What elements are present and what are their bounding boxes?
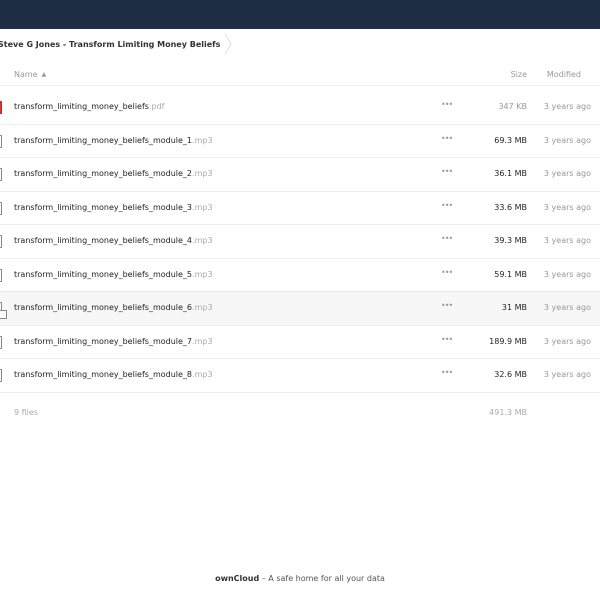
total-size: 491.3 MB <box>489 408 527 417</box>
breadcrumb-separator-icon <box>224 33 232 55</box>
more-actions-icon[interactable]: ••• <box>441 167 453 176</box>
file-size: 39.3 MB <box>494 236 527 245</box>
file-name-link[interactable]: transform_limiting_money_beliefs_module_… <box>14 270 213 279</box>
select-file-checkbox[interactable] <box>0 310 7 319</box>
file-modified: 3 years ago <box>543 169 591 178</box>
audio-file-icon <box>0 201 2 215</box>
more-actions-icon[interactable]: ••• <box>441 201 453 210</box>
file-name-link[interactable]: transform_limiting_money_beliefs_module_… <box>14 236 213 245</box>
file-modified: 3 years ago <box>543 202 591 212</box>
audio-file-icon <box>0 235 2 248</box>
more-actions-icon[interactable]: ••• <box>441 268 453 277</box>
file-modified: 3 years ago <box>543 370 591 379</box>
file-row[interactable]: transform_limiting_money_beliefs_module_… <box>0 259 600 292</box>
file-name-link[interactable]: transform_limiting_money_beliefs_module_… <box>14 370 213 379</box>
more-actions-icon[interactable]: ••• <box>441 301 453 310</box>
file-size: 347 KB <box>498 102 527 111</box>
file-size: 69.3 MB <box>494 135 527 145</box>
audio-file-icon <box>0 369 2 382</box>
file-count: 9 files <box>14 408 38 417</box>
file-row[interactable]: transform_limiting_money_beliefs_module_… <box>0 359 600 393</box>
file-row[interactable]: transform_limiting_money_beliefs_module_… <box>0 225 600 259</box>
file-name-link[interactable]: transform_limiting_money_beliefs_module_… <box>14 136 213 145</box>
file-size: 36.1 MB <box>494 169 527 178</box>
file-modified: 3 years ago <box>543 135 591 145</box>
file-name-link[interactable]: transform_limiting_money_beliefs_module_… <box>14 303 213 312</box>
audio-file-icon <box>0 168 2 181</box>
file-modified: 3 years ago <box>543 303 591 312</box>
file-size: 31 MB <box>501 303 527 312</box>
file-modified: 3 years ago <box>543 236 591 245</box>
sort-ascending-icon: ▲ <box>41 71 47 78</box>
file-row[interactable]: transform_limiting_money_beliefs.pdf •••… <box>0 91 600 125</box>
more-actions-icon[interactable]: ••• <box>441 368 453 377</box>
footer-brand-link[interactable]: ownCloud <box>215 574 259 583</box>
column-name-header[interactable]: Name ▲ <box>14 70 46 79</box>
file-size: 32.6 MB <box>494 370 527 379</box>
file-size: 33.6 MB <box>494 202 527 212</box>
file-name-link[interactable]: transform_limiting_money_beliefs_module_… <box>14 337 213 346</box>
more-actions-icon[interactable]: ••• <box>441 100 453 109</box>
file-size: 189.9 MB <box>489 336 527 346</box>
top-header-bar <box>0 0 600 29</box>
breadcrumb: Steve G Jones - Transform Limiting Money… <box>0 33 233 55</box>
file-row[interactable]: transform_limiting_money_beliefs_module_… <box>0 192 600 225</box>
more-actions-icon[interactable]: ••• <box>441 134 453 143</box>
file-size: 59.1 MB <box>494 269 527 279</box>
file-row[interactable]: transform_limiting_money_beliefs_module_… <box>0 292 600 326</box>
file-list: transform_limiting_money_beliefs.pdf •••… <box>0 91 600 393</box>
file-table-header: Name ▲ Size Modified <box>0 64 600 86</box>
more-actions-icon[interactable]: ••• <box>441 335 453 344</box>
audio-file-icon <box>0 134 2 148</box>
file-row[interactable]: transform_limiting_money_beliefs_module_… <box>0 326 600 359</box>
file-modified: 3 years ago <box>543 336 591 346</box>
footer-tagline: – A safe home for all your data <box>259 574 385 583</box>
pdf-file-icon <box>0 101 2 114</box>
audio-file-icon <box>0 268 2 282</box>
file-summary: 9 files 491.3 MB <box>0 405 600 421</box>
more-actions-icon[interactable]: ••• <box>441 234 453 243</box>
audio-file-icon <box>0 335 2 349</box>
column-modified-header[interactable]: Modified <box>547 70 581 79</box>
file-modified: 3 years ago <box>543 269 591 279</box>
file-row[interactable]: transform_limiting_money_beliefs_module_… <box>0 125 600 158</box>
file-modified: 3 years ago <box>543 102 591 111</box>
file-name-link[interactable]: transform_limiting_money_beliefs.pdf <box>14 102 164 111</box>
breadcrumb-folder[interactable]: Steve G Jones - Transform Limiting Money… <box>0 40 220 49</box>
footer: ownCloud – A safe home for all your data <box>0 574 600 583</box>
file-row[interactable]: transform_limiting_money_beliefs_module_… <box>0 158 600 192</box>
file-name-link[interactable]: transform_limiting_money_beliefs_module_… <box>14 203 213 212</box>
column-size-header[interactable]: Size <box>511 70 527 79</box>
file-name-link[interactable]: transform_limiting_money_beliefs_module_… <box>14 169 213 178</box>
